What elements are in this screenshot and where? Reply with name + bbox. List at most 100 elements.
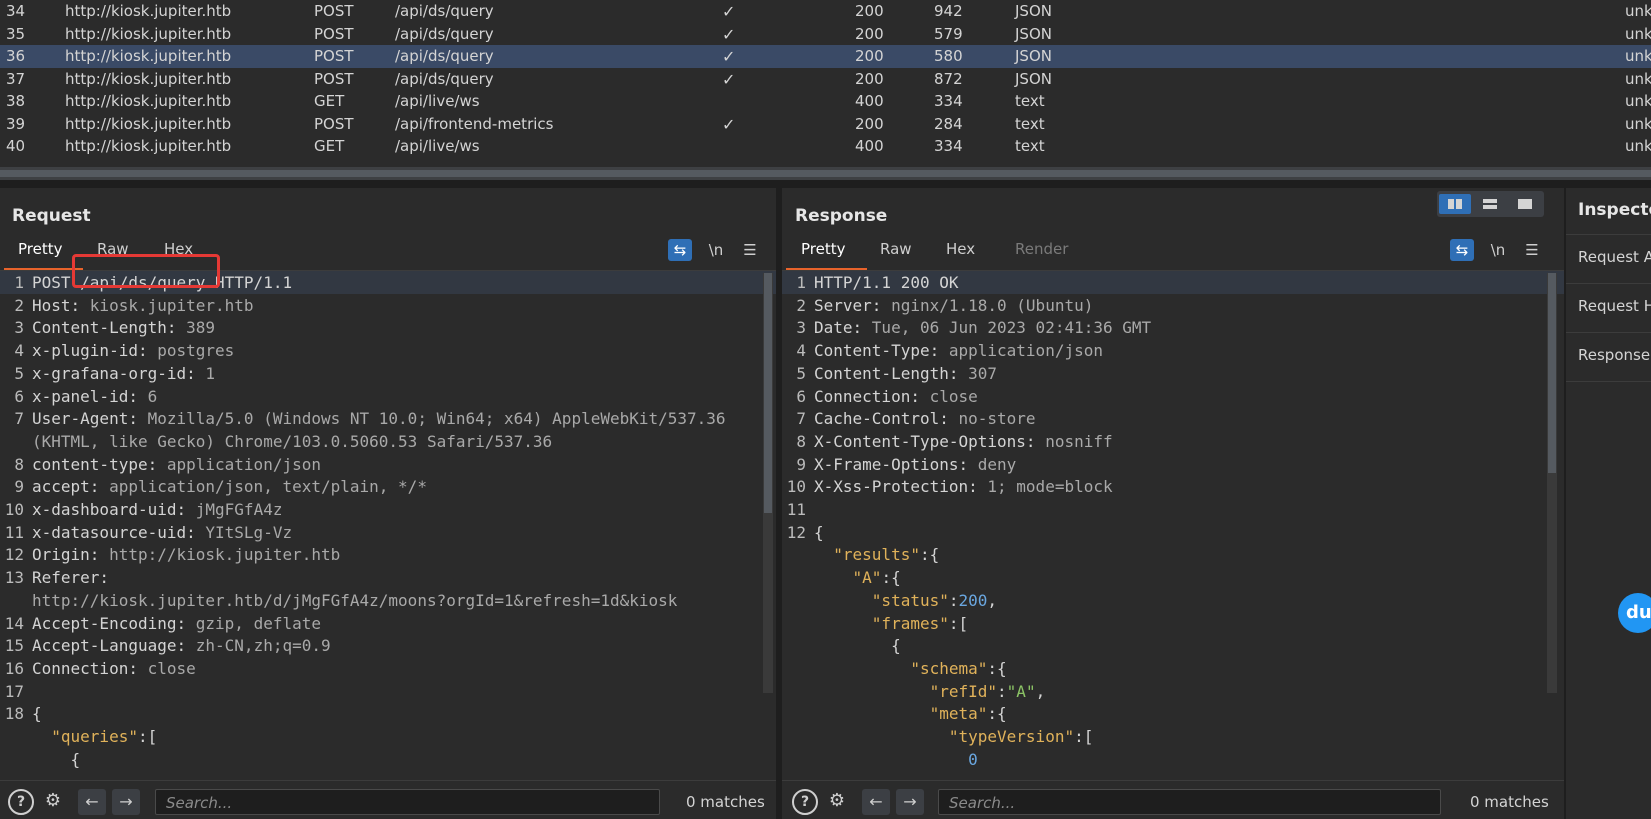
line-text: Content-Type: application/json: [814, 341, 1103, 361]
history-row[interactable]: 37 http://kiosk.jupiter.htb POST/api/ds/qu…: [0, 68, 1651, 91]
line-text: "frames":[: [871, 613, 969, 633]
code-line: 0: [782, 748, 1564, 771]
tab-pretty[interactable]: Pretty: [801, 240, 846, 262]
row-method: POST: [314, 24, 354, 43]
request-vertical-scrollbar[interactable]: [763, 273, 773, 693]
wrap-lines-icon[interactable]: ⇆: [1450, 239, 1474, 261]
row-length: 334: [934, 137, 963, 155]
response-pane: Response Pretty Raw Hex Render ⇆ \n ☰ 1H…: [782, 188, 1564, 819]
inspector-request-headers[interactable]: Request Headers: [1566, 284, 1651, 333]
wrap-lines-icon[interactable]: ⇆: [668, 239, 692, 261]
code-line: 12 Origin: http://kiosk.jupiter.htb: [0, 543, 776, 566]
row-host: http://kiosk.jupiter.htb: [65, 114, 232, 133]
history-row[interactable]: 39 http://kiosk.jupiter.htb POST/api/front…: [0, 113, 1651, 136]
code-line: "frames":[: [782, 612, 1564, 635]
tab-raw[interactable]: Raw: [880, 240, 912, 262]
line-number: 13: [4, 568, 24, 588]
row-status: 200: [855, 24, 884, 43]
row-extension: unk: [1625, 92, 1651, 110]
history-row[interactable]: 36 http://kiosk.jupiter.htb POST/api/ds/qu…: [0, 45, 1651, 68]
row-method: GET: [314, 137, 345, 155]
scrollbar-thumb[interactable]: [1548, 273, 1556, 473]
tab-hex[interactable]: Hex: [946, 240, 975, 262]
history-row[interactable]: 38 http://kiosk.jupiter.htb GET/api/live/w…: [0, 90, 1651, 113]
code-line: 15 Accept-Language: zh-CN,zh;q=0.9: [0, 634, 776, 657]
code-line: 14 Accept-Encoding: gzip, deflate: [0, 612, 776, 635]
row-extension: unk: [1625, 69, 1651, 88]
row-edited-check: ✓: [722, 69, 736, 89]
search-input[interactable]: Search...: [938, 789, 1441, 815]
response-vertical-scrollbar[interactable]: [1547, 273, 1557, 693]
newline-toggle-button[interactable]: \n: [1486, 239, 1510, 261]
line-text: X-Content-Type-Options: nosniff: [814, 431, 1113, 451]
history-row[interactable]: 34 http://kiosk.jupiter.htb POST/api/ds/qu…: [0, 0, 1651, 23]
help-icon[interactable]: ?: [8, 789, 34, 815]
stacked-layout-icon[interactable]: [1474, 194, 1506, 214]
code-line: 3 Date: Tue, 06 Jun 2023 02:41:36 GMT: [782, 316, 1564, 339]
gear-icon[interactable]: ⚙: [40, 789, 66, 813]
line-text: "queries":[: [51, 727, 158, 746]
highlight-annotation: [72, 254, 220, 288]
history-row[interactable]: 35 http://kiosk.jupiter.htb POST/api/ds/qu…: [0, 23, 1651, 46]
line-number: 9: [14, 477, 24, 497]
row-method: POST: [314, 114, 354, 133]
proxy-history-table: 34 http://kiosk.jupiter.htb POST/api/ds/qu…: [0, 0, 1651, 180]
inspector-request-attributes[interactable]: Request Attributes: [1566, 235, 1651, 284]
row-length: 579: [934, 24, 963, 43]
row-number: 38: [6, 92, 26, 110]
single-pane-layout-icon[interactable]: [1509, 194, 1541, 214]
line-number: 11: [4, 522, 24, 542]
response-search-bar: ? ⚙ ← → Search... 0 matches: [782, 780, 1564, 819]
line-text: "typeVersion":[: [948, 727, 1094, 746]
line-text: x-plugin-id: postgres: [32, 341, 235, 361]
row-extension: unk: [1625, 24, 1651, 43]
row-number: 34: [6, 2, 26, 20]
row-mime: JSON: [1015, 2, 1052, 20]
search-input[interactable]: Search...: [155, 789, 660, 815]
help-icon[interactable]: ?: [792, 789, 818, 815]
code-line: "refId":"A",: [782, 680, 1564, 703]
code-line: 3 Content-Length: 389: [0, 316, 776, 339]
response-tabs: Pretty Raw Hex Render: [782, 240, 1564, 270]
row-extension: unk: [1625, 47, 1651, 65]
scrollbar-thumb[interactable]: [764, 273, 772, 513]
du-app-badge[interactable]: du: [1618, 593, 1651, 633]
line-text: "A":{: [852, 568, 901, 588]
response-editor[interactable]: 1 HTTP/1.1 200 OK 2 Server: nginx/1.18.0 (U…: [782, 271, 1564, 779]
history-row[interactable]: 40 http://kiosk.jupiter.htb GET/api/live/w…: [0, 135, 1651, 158]
inspector-response-headers[interactable]: Response Headers: [1566, 333, 1651, 382]
next-match-button[interactable]: →: [112, 789, 140, 815]
code-line: {: [782, 634, 1564, 657]
code-line: 9 X-Frame-Options: deny: [782, 453, 1564, 476]
tab-render[interactable]: Render: [1015, 240, 1068, 262]
line-text: {: [891, 636, 901, 656]
previous-match-button[interactable]: ←: [862, 789, 890, 815]
line-number: 8: [14, 454, 24, 474]
pane-splitter[interactable]: [0, 180, 1651, 188]
next-match-button[interactable]: →: [896, 789, 924, 815]
line-text: Connection: close: [32, 658, 196, 678]
code-line: 10 X-Xss-Protection: 1; mode=block: [782, 475, 1564, 498]
hamburger-icon[interactable]: ☰: [738, 239, 762, 261]
tab-pretty[interactable]: Pretty: [18, 240, 63, 262]
scrollbar-thumb[interactable]: [0, 170, 1651, 177]
line-text: "refId":"A",: [929, 681, 1046, 701]
hamburger-icon[interactable]: ☰: [1520, 239, 1544, 261]
row-length: 872: [934, 69, 963, 88]
row-host: http://kiosk.jupiter.htb: [65, 47, 232, 65]
line-number: 10: [4, 500, 24, 519]
side-by-side-layout-icon[interactable]: [1439, 194, 1471, 214]
line-text: "schema":{: [910, 658, 1007, 678]
row-number: 40: [6, 137, 26, 155]
row-host: http://kiosk.jupiter.htb: [65, 2, 232, 20]
history-horizontal-scrollbar[interactable]: [0, 167, 1651, 180]
request-editor[interactable]: 1 POST /api/ds/query HTTP/1.1 2 Host: kiosk…: [0, 271, 776, 779]
gear-icon[interactable]: ⚙: [824, 789, 850, 813]
row-mime: text: [1015, 114, 1045, 133]
code-line: 9 accept: application/json, text/plain, *…: [0, 475, 776, 498]
row-mime: JSON: [1015, 47, 1052, 65]
previous-match-button[interactable]: ←: [78, 789, 106, 815]
newline-toggle-button[interactable]: \n: [704, 239, 728, 261]
line-number: 6: [796, 386, 806, 406]
row-length: 334: [934, 92, 963, 110]
